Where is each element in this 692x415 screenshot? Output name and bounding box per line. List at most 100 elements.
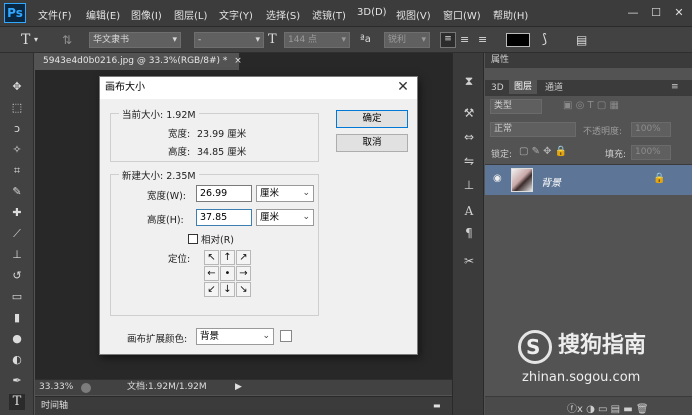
- menu-window[interactable]: 窗口(W): [443, 7, 481, 22]
- eyedropper-tool-icon[interactable]: ✎: [9, 184, 25, 200]
- font-size-select[interactable]: 144 点 ▾: [284, 32, 350, 48]
- anchor-right[interactable]: →: [236, 266, 251, 281]
- opacity-label: 不透明度:: [583, 127, 623, 137]
- layer-row[interactable]: ◉ 背景 🔒: [485, 165, 692, 195]
- gradient-tool-icon[interactable]: ▮: [9, 310, 25, 326]
- align-center-icon[interactable]: ≡: [460, 32, 469, 48]
- character-panel-icon[interactable]: ▤: [576, 32, 587, 48]
- menu-layer[interactable]: 图层(L): [174, 7, 207, 22]
- brush-tool-icon[interactable]: ⟋: [9, 226, 25, 242]
- cancel-button[interactable]: 取消: [336, 134, 408, 152]
- brush-panel-icon[interactable]: ⇔: [461, 129, 477, 145]
- minimize-button[interactable]: —: [622, 4, 644, 22]
- anchor-bottom-right[interactable]: ↘: [236, 282, 251, 297]
- zoom-level[interactable]: 33.33%: [39, 380, 73, 395]
- dialog-close-button[interactable]: ✕: [393, 79, 413, 97]
- new-height-label: 高度(H):: [147, 215, 184, 226]
- clone-stamp-tool-icon[interactable]: ⊥: [9, 247, 25, 263]
- menu-image[interactable]: 图像(I): [131, 7, 162, 22]
- anchor-top-left[interactable]: ↖: [204, 250, 219, 265]
- panel-menu-icon[interactable]: ≡: [671, 80, 679, 94]
- fill-field[interactable]: 100%: [631, 145, 671, 160]
- menu-help[interactable]: 帮助(H): [493, 7, 528, 22]
- layer-name[interactable]: 背景: [541, 174, 561, 189]
- current-size-label: 当前大小: 1.92M: [119, 107, 199, 121]
- width-unit-select[interactable]: 厘米 ⌄: [256, 185, 314, 202]
- layers-footer: ⓕx ◑ ▭ ▤ ▬ 🗑: [485, 396, 692, 415]
- clone-source-panel-icon[interactable]: ⊥: [461, 177, 477, 193]
- fill-label: 填充:: [605, 150, 627, 160]
- anchor-top-right[interactable]: ↗: [236, 250, 251, 265]
- type-tool-icon[interactable]: T: [21, 32, 30, 48]
- warp-text-icon[interactable]: ⟆: [542, 32, 547, 48]
- opacity-field[interactable]: 100%: [631, 122, 671, 137]
- lock-icons[interactable]: ▢ ✎ ✥ 🔒: [519, 146, 567, 157]
- layer-actions-icons[interactable]: ⓕx ◑ ▭ ▤ ▬ 🗑: [567, 400, 649, 415]
- width-input[interactable]: 26.99: [196, 185, 252, 202]
- relative-checkbox[interactable]: [188, 234, 198, 244]
- current-size-group: 当前大小: 1.92M 宽度: 23.99 厘米 高度: 34.85 厘米: [110, 107, 319, 162]
- anchor-left[interactable]: ←: [204, 266, 219, 281]
- tab-layers[interactable]: 图层: [509, 80, 538, 94]
- magic-wand-tool-icon[interactable]: ✧: [9, 142, 25, 158]
- anchor-bottom[interactable]: ↓: [220, 282, 235, 297]
- menu-select[interactable]: 选择(S): [266, 7, 300, 22]
- move-tool-icon[interactable]: ✥: [9, 79, 25, 95]
- status-info-icon[interactable]: [81, 383, 91, 393]
- eraser-tool-icon[interactable]: ▭: [9, 289, 25, 305]
- font-style-select[interactable]: - ▾: [194, 32, 264, 48]
- close-window-button[interactable]: ✕: [668, 4, 690, 22]
- healing-brush-tool-icon[interactable]: ✚: [9, 205, 25, 221]
- character-panel-icon[interactable]: A: [461, 203, 477, 219]
- height-unit-select[interactable]: 厘米 ⌄: [256, 209, 314, 226]
- font-family-select[interactable]: 华文隶书 ▾: [89, 32, 181, 48]
- document-tab[interactable]: 5943e4d0b0216.jpg @ 33.3%(RGB/8#) * ×: [35, 53, 242, 70]
- align-right-icon[interactable]: ≡: [478, 32, 487, 48]
- tool-presets-panel-icon[interactable]: ⚒: [461, 105, 477, 121]
- antialias-select[interactable]: 锐利 ▾: [384, 32, 430, 48]
- ok-button[interactable]: 确定: [336, 110, 408, 128]
- kind-filter-select[interactable]: 类型: [490, 99, 542, 114]
- tab-properties[interactable]: 属性: [491, 53, 509, 67]
- menu-3d[interactable]: 3D(D): [357, 7, 387, 18]
- menu-view[interactable]: 视图(V): [396, 7, 431, 22]
- height-input[interactable]: 37.85: [196, 209, 252, 226]
- extension-color-select[interactable]: 背景 ⌄: [196, 328, 274, 345]
- maximize-button[interactable]: ☐: [645, 4, 667, 22]
- dodge-tool-icon[interactable]: ◐: [9, 352, 25, 368]
- align-left-icon[interactable]: ≡: [440, 32, 456, 48]
- adjustments-panel-icon[interactable]: ⇋: [461, 153, 477, 169]
- filter-icons[interactable]: ▣ ◎ T ▢ ▦: [563, 100, 619, 111]
- paragraph-panel-icon[interactable]: ¶: [461, 225, 477, 241]
- menu-file[interactable]: 文件(F): [38, 7, 72, 22]
- history-brush-tool-icon[interactable]: ↺: [9, 268, 25, 284]
- panel-menu-icon[interactable]: ▬: [433, 397, 441, 415]
- anchor-center[interactable]: •: [220, 266, 235, 281]
- eye-icon[interactable]: ◉: [493, 173, 502, 184]
- text-color-swatch[interactable]: [506, 33, 530, 47]
- type-tool-icon[interactable]: T: [9, 394, 25, 410]
- crop-tool-icon[interactable]: ⌗: [9, 163, 25, 179]
- pen-tool-icon[interactable]: ✒: [9, 373, 25, 389]
- extension-color-swatch[interactable]: [280, 330, 292, 342]
- anchor-bottom-left[interactable]: ↙: [204, 282, 219, 297]
- timeline-tab[interactable]: 时间轴: [41, 397, 68, 415]
- relative-label[interactable]: 相对(R): [201, 232, 234, 246]
- text-orientation-icon[interactable]: ⇅: [62, 32, 72, 48]
- marquee-tool-icon[interactable]: ⬚: [9, 100, 25, 116]
- tab-3d[interactable]: 3D: [491, 81, 504, 95]
- fill-value: 100%: [635, 147, 661, 157]
- blend-mode-select[interactable]: 正常: [490, 122, 576, 137]
- status-menu-arrow-icon[interactable]: ▶: [235, 380, 242, 395]
- menu-edit[interactable]: 编辑(E): [86, 7, 120, 22]
- blur-tool-icon[interactable]: ●: [9, 331, 25, 347]
- lasso-tool-icon[interactable]: ↄ: [9, 121, 25, 137]
- tools-options-panel-icon[interactable]: ✂: [461, 253, 477, 269]
- anchor-top[interactable]: ↑: [220, 250, 235, 265]
- history-panel-icon[interactable]: ⧗: [461, 73, 477, 89]
- tab-channels[interactable]: 通道: [545, 81, 563, 95]
- close-tab-icon[interactable]: ×: [234, 56, 242, 66]
- menu-filter[interactable]: 滤镜(T): [312, 7, 346, 22]
- dropdown-arrow-icon[interactable]: ▾: [34, 32, 38, 48]
- menu-type[interactable]: 文字(Y): [219, 7, 253, 22]
